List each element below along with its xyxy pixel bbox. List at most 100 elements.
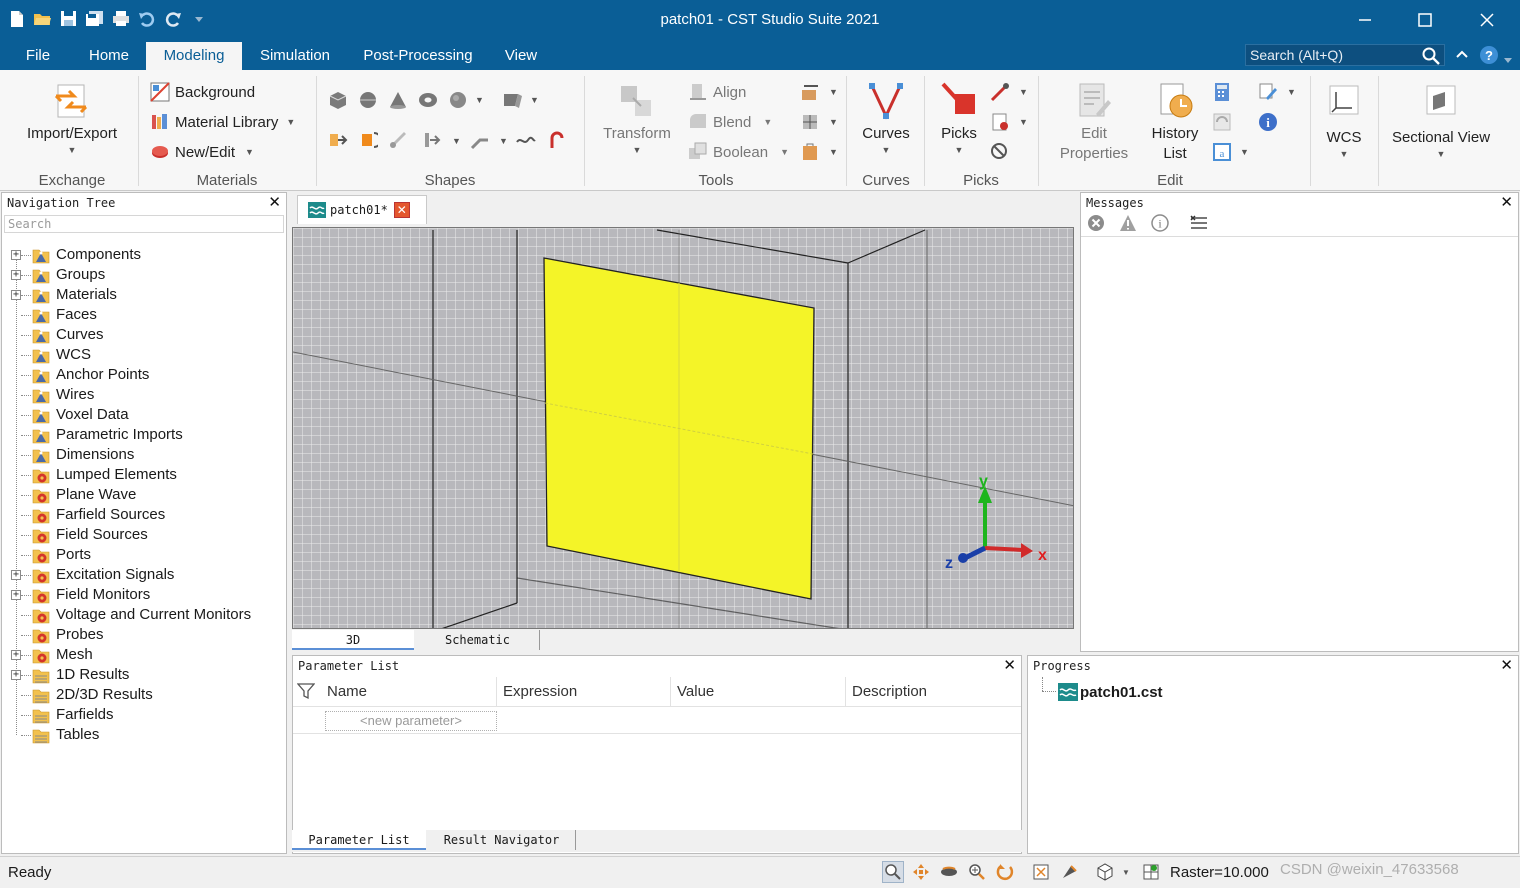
zoom-icon[interactable]: [966, 861, 988, 883]
rotate-face-icon[interactable]: [358, 130, 382, 150]
tree-item[interactable]: Ports: [2, 545, 286, 565]
expand-icon[interactable]: +: [11, 590, 21, 600]
sweep-curve-icon[interactable]: [548, 130, 568, 150]
grid-options-icon[interactable]: [1140, 861, 1162, 883]
expand-icon[interactable]: +: [11, 270, 21, 280]
search-icon[interactable]: [1422, 47, 1440, 70]
view-tab-3d[interactable]: 3D: [292, 630, 414, 650]
pick-point-dropdown-icon[interactable]: ▼: [1019, 87, 1028, 97]
tree-item[interactable]: Voltage and Current Monitors: [2, 605, 286, 625]
torus-shape-icon[interactable]: [418, 90, 438, 110]
tab-post-processing[interactable]: Post-Processing: [350, 40, 486, 70]
clear-messages-icon[interactable]: [1189, 214, 1209, 235]
wire-curve-icon[interactable]: [516, 130, 536, 150]
edit-pencil-dropdown-icon[interactable]: ▼: [1287, 87, 1296, 97]
expand-icon[interactable]: +: [11, 290, 21, 300]
messages-close-button[interactable]: ✕: [1500, 194, 1513, 211]
column-header-expression[interactable]: Expression: [497, 677, 671, 707]
document-tab[interactable]: patch01* ✕: [297, 195, 427, 224]
clear-picks-icon[interactable]: [990, 142, 1010, 162]
expand-icon[interactable]: +: [11, 650, 21, 660]
bend-icon[interactable]: [470, 130, 490, 150]
tree-item[interactable]: Curves: [2, 325, 286, 345]
expand-icon[interactable]: +: [11, 570, 21, 580]
parameter-file-icon[interactable]: a: [1212, 142, 1232, 162]
tree-item[interactable]: + Field Monitors: [2, 585, 286, 605]
cone-shape-icon[interactable]: [388, 90, 408, 110]
tree-item[interactable]: + Mesh: [2, 645, 286, 665]
collapse-ribbon-icon[interactable]: [1456, 48, 1468, 63]
column-header-description[interactable]: Description: [846, 677, 1021, 707]
parameter-file-dropdown-icon[interactable]: ▼: [1240, 147, 1249, 157]
align-button[interactable]: Align: [688, 82, 746, 102]
minimize-button[interactable]: [1343, 5, 1387, 35]
local-modification-icon[interactable]: [800, 82, 820, 102]
3d-viewport[interactable]: y x z: [292, 227, 1074, 629]
mesh-tool-dropdown-icon[interactable]: ▼: [829, 117, 838, 127]
cylinder-shape-icon[interactable]: [448, 90, 468, 110]
warning-filter-icon[interactable]: [1119, 214, 1137, 235]
document-tab-close-button[interactable]: ✕: [393, 202, 410, 218]
tree-item[interactable]: 2D/3D Results: [2, 685, 286, 705]
rotate-view-icon[interactable]: [938, 861, 960, 883]
tab-simulation[interactable]: Simulation: [246, 40, 344, 70]
tree-item[interactable]: Dimensions: [2, 445, 286, 465]
tree-item[interactable]: + Materials: [2, 285, 286, 305]
wcs-button[interactable]: WCS ▼: [1318, 82, 1370, 160]
tree-item[interactable]: Parametric Imports: [2, 425, 286, 445]
pick-point-icon[interactable]: [990, 82, 1010, 102]
tree-item[interactable]: Farfield Sources: [2, 505, 286, 525]
view-tab-schematic[interactable]: Schematic: [416, 630, 540, 650]
picks-button[interactable]: Picks ▼: [932, 80, 986, 156]
fit-view-icon[interactable]: [1030, 861, 1052, 883]
info-filter-icon[interactable]: i: [1151, 214, 1169, 235]
tab-result-navigator[interactable]: Result Navigator: [428, 830, 576, 850]
navigation-tree-close-button[interactable]: ✕: [268, 194, 281, 211]
history-list-button[interactable]: History List: [1146, 80, 1204, 164]
tab-parameter-list[interactable]: Parameter List: [292, 830, 426, 850]
column-header-name[interactable]: Name: [321, 677, 497, 707]
help-dropdown-icon[interactable]: [1504, 52, 1512, 67]
help-icon[interactable]: ?: [1479, 45, 1499, 68]
tree-item[interactable]: Lumped Elements: [2, 465, 286, 485]
shell-dropdown-icon[interactable]: ▼: [452, 136, 461, 146]
pick-list-icon[interactable]: [990, 112, 1010, 132]
hollow-icon[interactable]: [800, 142, 820, 162]
background-button[interactable]: Background: [150, 82, 255, 102]
tree-item[interactable]: + Groups: [2, 265, 286, 285]
close-window-button[interactable]: [1465, 5, 1509, 35]
tree-item[interactable]: Farfields: [2, 705, 286, 725]
shell-icon[interactable]: [423, 130, 443, 150]
reset-view-icon[interactable]: [1058, 861, 1080, 883]
new-parameter-row[interactable]: <new parameter>: [325, 711, 497, 731]
sphere-shape-icon[interactable]: [358, 90, 378, 110]
spin-icon[interactable]: [994, 861, 1016, 883]
loft-icon[interactable]: [388, 130, 408, 150]
navigation-tree-search-input[interactable]: Search: [4, 215, 284, 233]
tree-item[interactable]: Plane Wave: [2, 485, 286, 505]
expand-icon[interactable]: +: [11, 250, 21, 260]
filter-icon[interactable]: [296, 682, 316, 703]
tab-view[interactable]: View: [494, 40, 548, 70]
hollow-dropdown-icon[interactable]: ▼: [829, 147, 838, 157]
calculator-icon[interactable]: [1212, 82, 1232, 102]
zoom-window-icon[interactable]: [882, 861, 904, 883]
mesh-tool-icon[interactable]: [800, 112, 820, 132]
parameter-list-close-button[interactable]: ✕: [1003, 657, 1016, 674]
tree-item[interactable]: Faces: [2, 305, 286, 325]
maximize-button[interactable]: [1403, 5, 1447, 35]
expand-icon[interactable]: +: [11, 670, 21, 680]
sectional-view-button[interactable]: Sectional View ▼: [1386, 82, 1496, 160]
tree-item[interactable]: Voxel Data: [2, 405, 286, 425]
view-options-icon[interactable]: [1094, 861, 1116, 883]
tab-home[interactable]: Home: [76, 40, 142, 70]
extrude-face-icon[interactable]: [328, 130, 348, 150]
tree-item[interactable]: + Excitation Signals: [2, 565, 286, 585]
progress-close-button[interactable]: ✕: [1500, 657, 1513, 674]
tree-item[interactable]: Tables: [2, 725, 286, 745]
material-library-button[interactable]: Material Library ▼: [150, 112, 295, 132]
edit-properties-button[interactable]: Edit Properties: [1050, 80, 1138, 164]
error-filter-icon[interactable]: [1087, 214, 1105, 235]
blend-dropdown-icon[interactable]: ▼: [763, 117, 772, 127]
boolean-button[interactable]: Boolean ▼: [688, 142, 789, 162]
